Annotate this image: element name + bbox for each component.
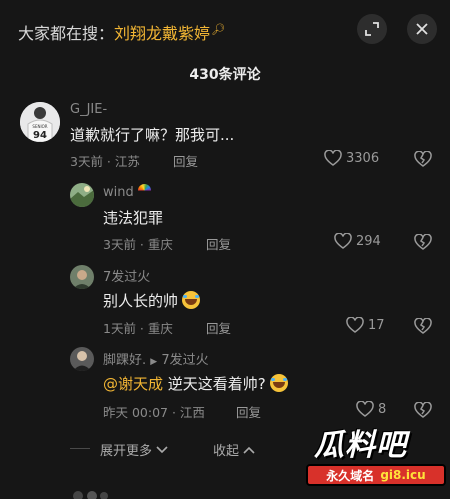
reply-arrow-icon: ▶ [150,357,158,367]
divider [70,448,90,449]
dislike-button[interactable] [414,233,432,254]
search-keyword[interactable]: 刘翔龙戴紫婷 [114,24,210,43]
like-button[interactable]: 8 [356,401,386,417]
comment-username[interactable]: 7发过火 [103,266,150,285]
collapse-button[interactable]: 收起 [213,440,255,459]
heart-icon [356,401,374,417]
laughing-emoji-icon [182,291,201,309]
avatar[interactable] [70,265,94,289]
like-count: 294 [356,233,381,249]
comment-text[interactable]: 道歉就行了嘛？那我可... [70,124,234,145]
dislike-button[interactable] [414,150,432,171]
expand-button[interactable] [357,14,387,44]
comment-meta: 1天前 · 重庆 [103,321,173,336]
broken-heart-icon [414,401,432,418]
comment-username[interactable]: G_JIE- [70,102,107,117]
reply-button[interactable]: 回复 [236,402,261,421]
close-icon [416,23,428,35]
comment-username[interactable]: wind [103,184,151,200]
comment-meta: 3天前 · 江苏 [70,154,140,169]
expand-icon [365,22,379,36]
dislike-button[interactable] [414,401,432,422]
reply-button[interactable]: 回复 [206,234,231,253]
broken-heart-icon [414,150,432,167]
like-count: 3306 [346,150,380,166]
rainbow-emoji-icon [137,184,151,197]
watermark-domain-bar: 永久域名 gi8.icu [306,464,446,486]
watermark-left: 永久域名 [326,468,375,483]
comment-meta: 3天前 · 重庆 [103,237,173,252]
heart-icon [346,317,364,333]
avatar[interactable] [70,183,94,207]
watermark-logo: 瓜料吧 永久域名 gi8.icu [306,420,446,492]
heart-icon [334,233,352,249]
chevron-down-icon [156,446,168,454]
reply-button[interactable]: 回复 [173,151,198,170]
search-prefix: 大家都在搜： [18,24,115,43]
search-icon: 🔎︎ [211,22,225,36]
jersey-caption: SENIOR [32,124,47,129]
dislike-button[interactable] [414,317,432,338]
comment-count: 430条评论 [189,67,261,83]
jersey-avatar-image: SENIOR 94 [20,102,60,142]
comment-text[interactable]: @谢天成 逆天这看着帅? [103,373,288,394]
watermark-title: 瓜料吧 [314,428,407,463]
watermark-right: gi8.icu [380,468,426,482]
jersey-number: 94 [33,130,47,141]
person-avatar-image [70,265,94,289]
like-button[interactable]: 3306 [324,150,379,166]
chevron-up-icon [243,446,255,454]
avatar[interactable] [70,347,94,371]
comment-username[interactable]: 脚踝好. ▶ 7发过火 [103,349,209,368]
landscape-avatar-image [70,183,94,207]
comment-meta: 昨天 00:07 · 江西 [103,405,205,420]
search-suggestion[interactable]: 大家都在搜：刘翔龙戴紫婷🔎︎ [18,20,225,44]
comment-text[interactable]: 违法犯罪 [103,207,163,228]
like-count: 8 [378,401,387,417]
top-bar: 大家都在搜：刘翔龙戴紫婷🔎︎ [0,0,450,62]
reply-button[interactable]: 回复 [206,318,231,337]
laughing-emoji-icon [269,374,288,392]
next-comment-preview [70,484,110,499]
avatar[interactable]: SENIOR 94 [20,102,60,142]
broken-heart-icon [414,233,432,250]
close-button[interactable] [407,14,437,44]
like-button[interactable]: 17 [346,317,385,333]
comment-text[interactable]: 别人长的帅 [103,290,201,311]
like-count: 17 [368,317,385,333]
expand-more-button[interactable]: 展开更多 [100,440,168,459]
broken-heart-icon [414,317,432,334]
mention-link[interactable]: @谢天成 [103,375,163,393]
person-avatar-image [70,347,94,371]
like-button[interactable]: 294 [334,233,381,249]
heart-icon [324,150,342,166]
